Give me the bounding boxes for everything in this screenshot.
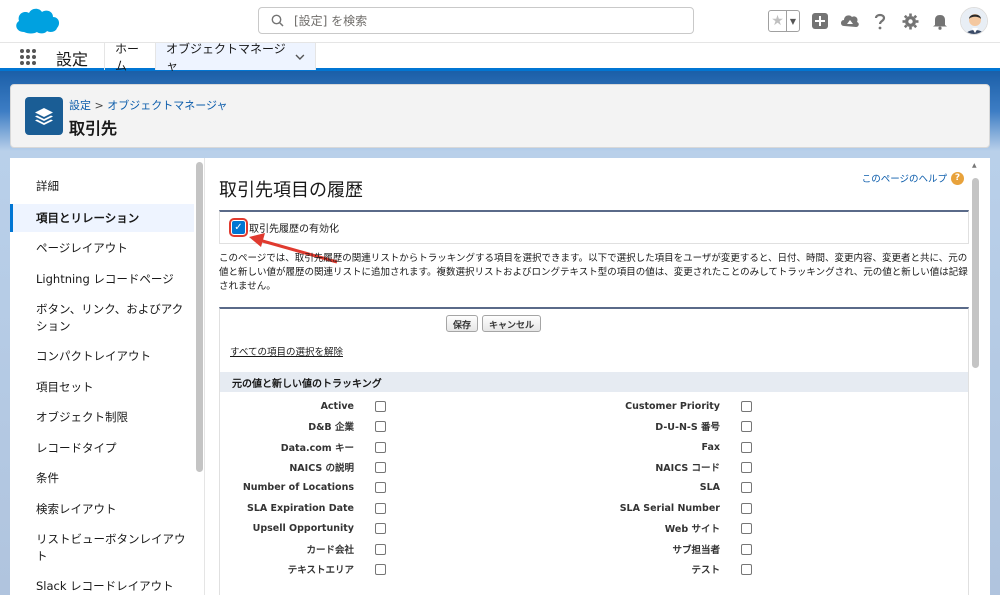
field-label: Fax <box>701 441 720 453</box>
field-label: サブ担当者 <box>672 545 720 556</box>
sidebar-item-compact-layouts[interactable]: コンパクトレイアウト <box>10 344 194 368</box>
save-button[interactable]: 保存 <box>446 315 479 332</box>
search-input[interactable] <box>294 13 674 28</box>
field-row: SLA Serial Number <box>220 501 752 515</box>
sidebar-item-object-limits[interactable]: オブジェクト制限 <box>10 405 194 429</box>
deselect-all-link[interactable]: すべての項目の選択を解除 <box>230 344 343 358</box>
field-row: テスト <box>220 562 752 576</box>
sidebar-item-list-view-button-layout[interactable]: リストビューボタンレイアウト <box>10 528 186 568</box>
chevron-down-icon[interactable]: ▼ <box>786 11 799 31</box>
field-checkbox[interactable] <box>741 441 752 453</box>
sidebar-item-record-types[interactable]: レコードタイプ <box>10 436 194 460</box>
sidebar-item-conditions[interactable]: 条件 <box>10 466 194 490</box>
field-checkbox[interactable] <box>741 502 752 514</box>
main-scrollbar[interactable]: ▲ <box>970 158 980 595</box>
field-label: テスト <box>691 565 720 576</box>
section-title: 取引先項目の履歴 <box>219 180 363 201</box>
field-checkbox[interactable] <box>741 400 752 412</box>
breadcrumb-link-object-manager[interactable]: オブジェクトマネージャ <box>107 99 227 112</box>
field-checkbox[interactable] <box>741 543 752 555</box>
field-label: SLA Serial Number <box>619 502 720 514</box>
enable-history-checkbox[interactable]: ✓ <box>229 218 248 237</box>
field-row: サブ担当者 <box>220 542 752 556</box>
star-icon[interactable]: ★ <box>769 11 786 31</box>
field-checkbox[interactable] <box>741 481 752 493</box>
salesforce-logo-icon[interactable] <box>12 6 62 36</box>
search-icon <box>271 14 284 27</box>
add-icon[interactable] <box>810 11 830 31</box>
bell-icon[interactable] <box>930 11 950 31</box>
page-title: 取引先 <box>69 119 118 138</box>
breadcrumb-separator: > <box>91 99 108 112</box>
tab-object-manager[interactable]: オブジェクトマネージャ <box>156 42 316 73</box>
scroll-up-icon[interactable]: ▲ <box>972 162 977 169</box>
sidebar-item-buttons-links-actions[interactable]: ボタン、リンク、およびアクション <box>10 298 186 338</box>
header-utility-icons: ★ ▼ <box>768 4 988 38</box>
breadcrumb: 設定 > オブジェクトマネージャ <box>69 97 227 113</box>
sidebar-item-details[interactable]: 詳細 <box>10 174 194 198</box>
help-icon[interactable] <box>870 11 890 31</box>
global-search[interactable] <box>258 7 694 34</box>
field-label: SLA <box>699 481 720 493</box>
trailhead-icon[interactable] <box>840 11 860 31</box>
field-row: Fax <box>220 440 752 454</box>
sidebar-scrollbar[interactable] <box>196 162 203 472</box>
scrollbar-thumb[interactable] <box>972 178 979 368</box>
field-row: D-U-N-S 番号 <box>220 419 752 433</box>
field-row: NAICS コード <box>220 460 752 474</box>
field-label: NAICS コード <box>655 463 720 474</box>
sidebar-item-lightning-record-pages[interactable]: Lightning レコードページ <box>10 267 194 291</box>
field-label: Customer Priority <box>625 400 720 412</box>
field-row: Web サイト <box>220 521 752 535</box>
gear-icon[interactable] <box>900 11 920 31</box>
description-text: このページでは、取引先履歴の関連リストからトラッキングする項目を選択できます。以… <box>219 253 968 292</box>
layers-icon <box>25 97 63 135</box>
tab-label: オブジェクトマネージャ <box>166 41 286 73</box>
breadcrumb-link-setup[interactable]: 設定 <box>69 99 91 112</box>
sidebar-item-search-layouts[interactable]: 検索レイアウト <box>10 497 194 521</box>
cancel-button[interactable]: キャンセル <box>482 315 542 332</box>
field-label: Web サイト <box>664 524 720 535</box>
app-launcher-icon[interactable] <box>20 49 36 65</box>
page-header: 設定 > オブジェクトマネージャ 取引先 <box>10 84 990 148</box>
sidebar-item-page-layouts[interactable]: ページレイアウト <box>10 236 194 260</box>
field-row: SLA <box>220 480 752 494</box>
favorites-group[interactable]: ★ ▼ <box>768 10 800 32</box>
help-link-label[interactable]: このページのヘルプ <box>862 171 947 185</box>
app-nav-bar: 設定 ホーム オブジェクトマネージャ <box>0 42 1000 73</box>
field-checkbox[interactable] <box>741 420 752 432</box>
tab-label: ホーム <box>115 41 140 73</box>
question-icon[interactable]: ? <box>951 171 964 185</box>
chevron-down-icon[interactable] <box>295 54 305 60</box>
help-link[interactable]: このページのヘルプ ? <box>862 171 964 185</box>
global-header: ★ ▼ <box>0 0 1000 42</box>
field-checkbox[interactable] <box>741 522 752 534</box>
sidebar: 詳細 項目とリレーション ページレイアウト Lightning レコードページ … <box>10 158 204 595</box>
field-row: Customer Priority <box>220 399 752 413</box>
field-label: D-U-N-S 番号 <box>655 422 720 433</box>
sidebar-item-slack-record-layout[interactable]: Slack レコードレイアウト <box>10 574 194 595</box>
button-group: 保存 キャンセル <box>446 315 542 332</box>
tracking-section-header: 元の値と新しい値のトラッキング <box>220 372 968 392</box>
avatar[interactable] <box>960 7 988 35</box>
app-name: 設定 <box>56 50 89 69</box>
sidebar-item-fields[interactable]: 項目とリレーション <box>10 204 194 232</box>
body-card: 詳細 項目とリレーション ページレイアウト Lightning レコードページ … <box>10 158 990 595</box>
tab-home[interactable]: ホーム <box>104 42 156 73</box>
field-tracking-box: 保存 キャンセル すべての項目の選択を解除 元の値と新しい値のトラッキング Ac… <box>219 307 969 595</box>
main-content: 取引先項目の履歴 このページのヘルプ ? ✓ 取引先履歴の有効化 このページでは… <box>204 158 990 595</box>
sidebar-item-field-sets[interactable]: 項目セット <box>10 375 194 399</box>
field-checkbox[interactable] <box>741 461 752 473</box>
field-checkbox[interactable] <box>741 563 752 575</box>
